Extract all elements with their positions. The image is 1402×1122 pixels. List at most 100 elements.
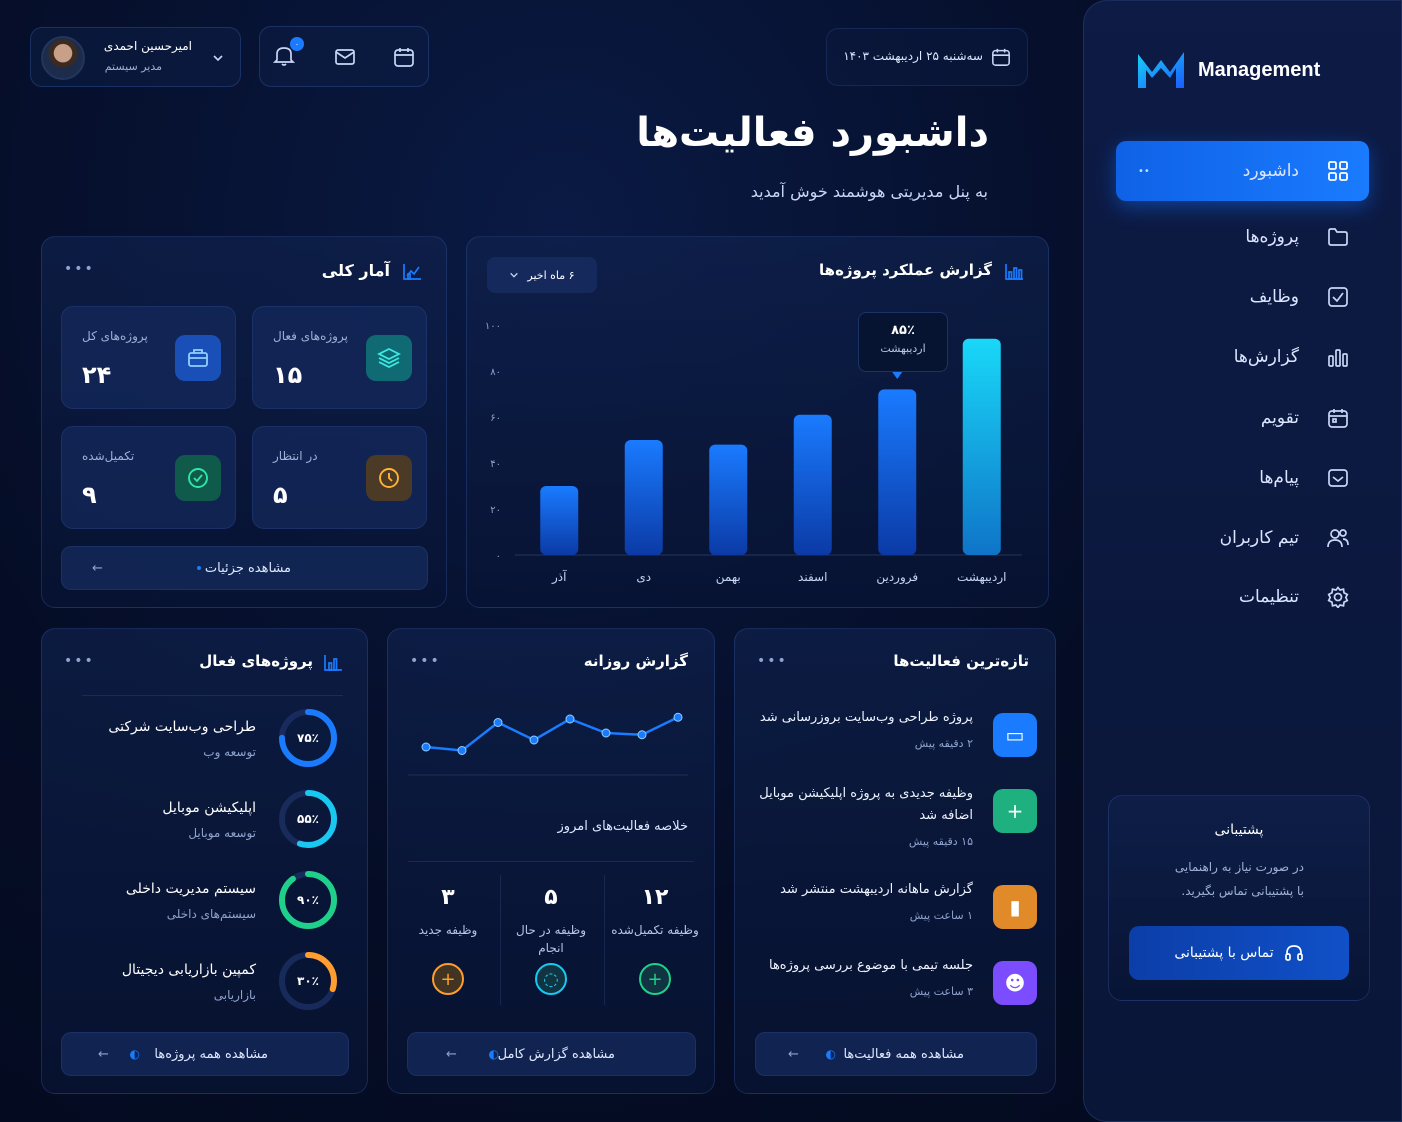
summary-label: وظیفه جدید (418, 923, 478, 937)
sidebar-item-messages[interactable]: پیام‌ها (1116, 448, 1369, 508)
activity-text[interactable]: وظیفه جدیدی به پروژه اپلیکیشن موبایل اضا… (753, 783, 973, 827)
calendar-icon (992, 48, 1010, 66)
chart-tooltip: ۸۵٪ اردیبهشت (858, 312, 948, 372)
stat-label: در انتظار (273, 449, 318, 463)
line-point[interactable] (457, 746, 467, 755)
stat-label: پروژه‌های کل (82, 329, 148, 343)
activity-text[interactable]: جلسه تیمی با موضوع بررسی پروژه‌ها (753, 955, 973, 977)
project-name: اپلیکیشن موبایل (162, 800, 256, 816)
bar[interactable] (793, 414, 832, 555)
project-item[interactable]: ۷۵٪ طراحی وب‌سایت شرکتی توسعه وب (42, 707, 369, 777)
view-full-report-label: مشاهده گزارش کامل (497, 1046, 615, 1062)
mail-icon[interactable] (334, 46, 356, 68)
project-category: توسعه وب (203, 745, 256, 759)
date-display: سه‌شنبه ۲۵ اردیبهشت ۱۴۰۳ (826, 28, 1028, 86)
bar-chart-icon: ▮ (993, 885, 1037, 929)
progress-label: ۵۵٪ (297, 812, 319, 826)
view-details-button[interactable]: ← مشاهده جزئیات (61, 546, 428, 590)
sidebar-item-team[interactable]: تیم کاربران (1116, 508, 1369, 568)
project-item[interactable]: ۹۰٪ سیستم مدیریت داخلی سیستم‌های داخلی (42, 869, 369, 939)
view-full-report-button[interactable]: ← مشاهده گزارش کامل ◐ (407, 1032, 696, 1076)
sidebar-item-reports[interactable]: گزارش‌ها (1116, 327, 1369, 387)
activity-text[interactable]: گزارش ماهانه اردیبهشت منتشر شد (753, 879, 973, 901)
line-point[interactable] (565, 714, 575, 724)
activity-time: ۱ ساعت پیش (909, 909, 973, 922)
stat-total-projects: پروژه‌های کل ۲۴ (61, 306, 236, 409)
bar[interactable] (540, 486, 579, 555)
monitor-icon: ▭ (993, 713, 1037, 757)
activity-text[interactable]: پروژه طراحی وب‌سایت بروزرسانی شد (753, 707, 973, 729)
bar[interactable] (962, 338, 1001, 555)
sidebar-item-calendar[interactable]: تقویم (1116, 388, 1369, 448)
more-icon[interactable]: ••• (757, 653, 788, 669)
spinner-icon[interactable]: ◌ (535, 963, 567, 995)
view-all-activities-label: مشاهده همه فعالیت‌ها (843, 1046, 964, 1062)
y-tick-label: ۲۰ (490, 505, 501, 516)
more-icon[interactable]: ••• (410, 653, 441, 669)
notifications-button[interactable]: ۰ (272, 37, 304, 71)
quarter-icon: ◐ (488, 1047, 499, 1061)
stat-value: ۵ (273, 481, 288, 509)
sidebar-item-dashboard[interactable]: •• داشبورد (1116, 141, 1369, 201)
performance-chart: ۰ ۲۰ ۴۰ ۶۰ ۸۰ ۱۰۰ آذر دی بهمن اسفند فروردین اردیبهش… (485, 321, 1022, 585)
chart-icon (324, 655, 342, 671)
users-icon: ☻ (993, 961, 1037, 1005)
arrow-left-icon: ← (98, 1046, 109, 1062)
y-tick-label: ۶۰ (490, 413, 501, 424)
sidebar-item-label: تقویم (1260, 408, 1299, 428)
line-point[interactable] (601, 728, 611, 738)
sidebar-item-tasks[interactable]: وظایف (1116, 267, 1369, 327)
tooltip-pointer (892, 372, 903, 379)
stat-pending: در انتظار ۵ (252, 426, 427, 529)
page-title: داشبورد فعالیت‌ها (636, 110, 989, 156)
x-tick-label: اردیبهشت (957, 570, 1006, 585)
project-item[interactable]: ۳۰٪ کمپین بازاریابی دیجیتال بازاریابی (42, 950, 369, 1020)
stat-label: تکمیل‌شده (82, 449, 135, 463)
activity-time: ۱۵ دقیقه پیش (908, 835, 973, 848)
line-point[interactable] (529, 735, 539, 745)
project-name: کمپین بازاریابی دیجیتال (121, 962, 256, 978)
more-icon[interactable]: ••• (64, 261, 95, 277)
summary-label: وظیفه تکمیل‌شده (611, 923, 699, 937)
active-dots: •• (1138, 165, 1150, 177)
bar[interactable] (878, 389, 917, 555)
plus-icon[interactable]: + (432, 963, 464, 995)
plus-icon[interactable]: + (639, 963, 671, 995)
calendar-icon[interactable] (393, 46, 415, 68)
user-profile[interactable]: امیرحسین احمدی مدیر سیستم (30, 27, 241, 87)
line-point[interactable] (493, 718, 503, 727)
activities-title: تازه‌ترین فعالیت‌ها (893, 652, 1029, 670)
tooltip-label: اردیبهشت (880, 342, 926, 355)
view-all-activities-button[interactable]: ← مشاهده همه فعالیت‌ها ◐ (755, 1032, 1037, 1076)
bar[interactable] (709, 444, 748, 555)
overview-title: آمار کلی (321, 261, 390, 280)
sidebar-item-label: تیم کاربران (1219, 528, 1299, 548)
clock-icon (366, 455, 412, 501)
sidebar-item-settings[interactable]: تنظیمات (1116, 567, 1369, 627)
more-icon[interactable]: ••• (64, 653, 95, 669)
logo-mark-icon (1138, 52, 1184, 88)
user-name: امیرحسین احمدی (103, 39, 192, 53)
line-point[interactable] (421, 742, 431, 752)
line-point[interactable] (673, 712, 683, 722)
bar-chart-icon (1327, 346, 1349, 368)
dot-icon (197, 566, 201, 570)
x-tick-label: فروردین (876, 570, 918, 585)
line-point[interactable] (637, 730, 647, 740)
x-tick-label: بهمن (716, 570, 741, 585)
project-item[interactable]: ۵۵٪ اپلیکیشن موبایل توسعه موبایل (42, 788, 369, 858)
support-line2: با پشتیبانی تماس بگیرید. (1181, 884, 1304, 898)
sidebar-item-projects[interactable]: پروژه‌ها (1116, 207, 1369, 267)
view-all-projects-button[interactable]: ← مشاهده همه پروژه‌ها ◐ (61, 1032, 349, 1076)
daily-title: گزارش روزانه (583, 652, 688, 670)
bar[interactable] (624, 440, 663, 555)
notification-badge: ۰ (290, 37, 304, 51)
progress-label: ۷۵٪ (297, 731, 319, 745)
y-tick-label: ۱۰۰ (485, 321, 501, 332)
layers-icon (366, 335, 412, 381)
brand-logo[interactable]: Management (1136, 46, 1336, 94)
x-tick-label: آذر (551, 569, 567, 585)
divider (82, 695, 343, 696)
contact-support-button[interactable]: تماس با پشتیبانی (1129, 926, 1349, 980)
chevron-down-icon[interactable] (212, 52, 224, 64)
